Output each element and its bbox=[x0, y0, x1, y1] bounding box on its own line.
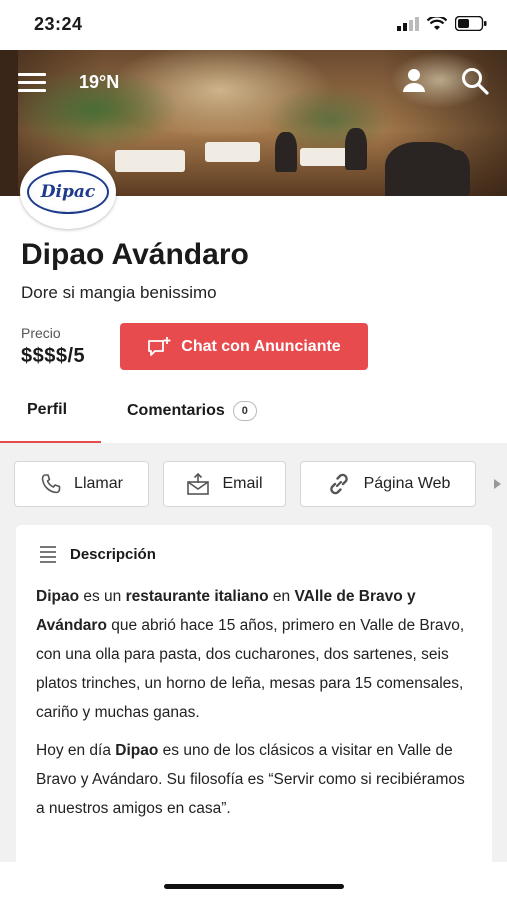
tab-perfil-label: Perfil bbox=[27, 401, 68, 418]
chat-add-icon bbox=[148, 336, 171, 356]
link-icon bbox=[329, 473, 348, 495]
text-segment: Hoy en día bbox=[36, 742, 116, 759]
email-button[interactable]: Email bbox=[163, 461, 286, 507]
menu-icon[interactable] bbox=[18, 73, 46, 93]
price-label: Precio bbox=[21, 325, 61, 341]
description-paragraph: Dipao es un restaurante italiano en VAll… bbox=[36, 582, 476, 727]
search-icon[interactable] bbox=[460, 66, 490, 101]
comments-count-badge: 0 bbox=[232, 401, 257, 421]
price-value: $$$$/5 bbox=[21, 345, 86, 367]
call-button[interactable]: Llamar bbox=[14, 461, 149, 507]
description-header: Descripción bbox=[40, 543, 156, 566]
tab-comentarios-label: Comentarios bbox=[127, 402, 225, 419]
battery-icon bbox=[455, 16, 487, 31]
listing-tagline: Dore si mangia benissimo bbox=[21, 283, 217, 302]
tab-perfil[interactable]: Perfil bbox=[27, 401, 67, 419]
call-button-label: Llamar bbox=[74, 475, 123, 492]
description-body: Dipao es un restaurante italiano en VAll… bbox=[36, 582, 476, 832]
tab-comentarios[interactable]: Comentarios 0 bbox=[127, 401, 257, 421]
text-lines-icon bbox=[40, 543, 56, 566]
text-segment: es un bbox=[79, 588, 126, 605]
profile-tabs: Perfil Comentarios 0 bbox=[0, 383, 507, 444]
status-time: 23:24 bbox=[34, 14, 83, 34]
home-indicator[interactable] bbox=[164, 884, 344, 889]
bold-text-segment: Dipao bbox=[115, 742, 159, 759]
website-button-label: Página Web bbox=[363, 475, 451, 492]
location-coordinate: 19°N bbox=[79, 72, 120, 92]
scroll-right-arrow-icon[interactable] bbox=[494, 479, 501, 489]
chat-button[interactable]: Chat con Anunciante bbox=[120, 323, 368, 370]
chat-button-label: Chat con Anunciante bbox=[181, 337, 341, 355]
action-buttons: Llamar Email Página Web bbox=[14, 461, 476, 507]
phone-icon bbox=[41, 474, 61, 494]
restaurant-logo: Dipac bbox=[20, 155, 116, 229]
text-segment: en bbox=[268, 588, 295, 605]
website-button[interactable]: Página Web bbox=[300, 461, 476, 507]
listing-title: Dipao Avándaro bbox=[21, 238, 249, 271]
description-paragraph: Hoy en día Dipao es uno de los clásicos … bbox=[36, 736, 476, 823]
bold-text-segment: restaurante italiano bbox=[125, 588, 269, 605]
description-title: Descripción bbox=[70, 546, 156, 563]
wifi-icon bbox=[427, 16, 447, 30]
bold-text-segment: Dipao bbox=[36, 588, 80, 605]
status-bar: 23:24 bbox=[0, 0, 507, 50]
status-icons bbox=[397, 16, 487, 31]
user-icon[interactable] bbox=[400, 66, 428, 99]
email-button-label: Email bbox=[222, 475, 263, 492]
email-icon bbox=[187, 472, 210, 495]
logo-text: Dipac bbox=[40, 182, 96, 202]
home-indicator-area bbox=[0, 862, 507, 900]
description-card: Descripción Dipao es un restaurante ital… bbox=[16, 525, 492, 865]
signal-icon bbox=[397, 16, 419, 31]
